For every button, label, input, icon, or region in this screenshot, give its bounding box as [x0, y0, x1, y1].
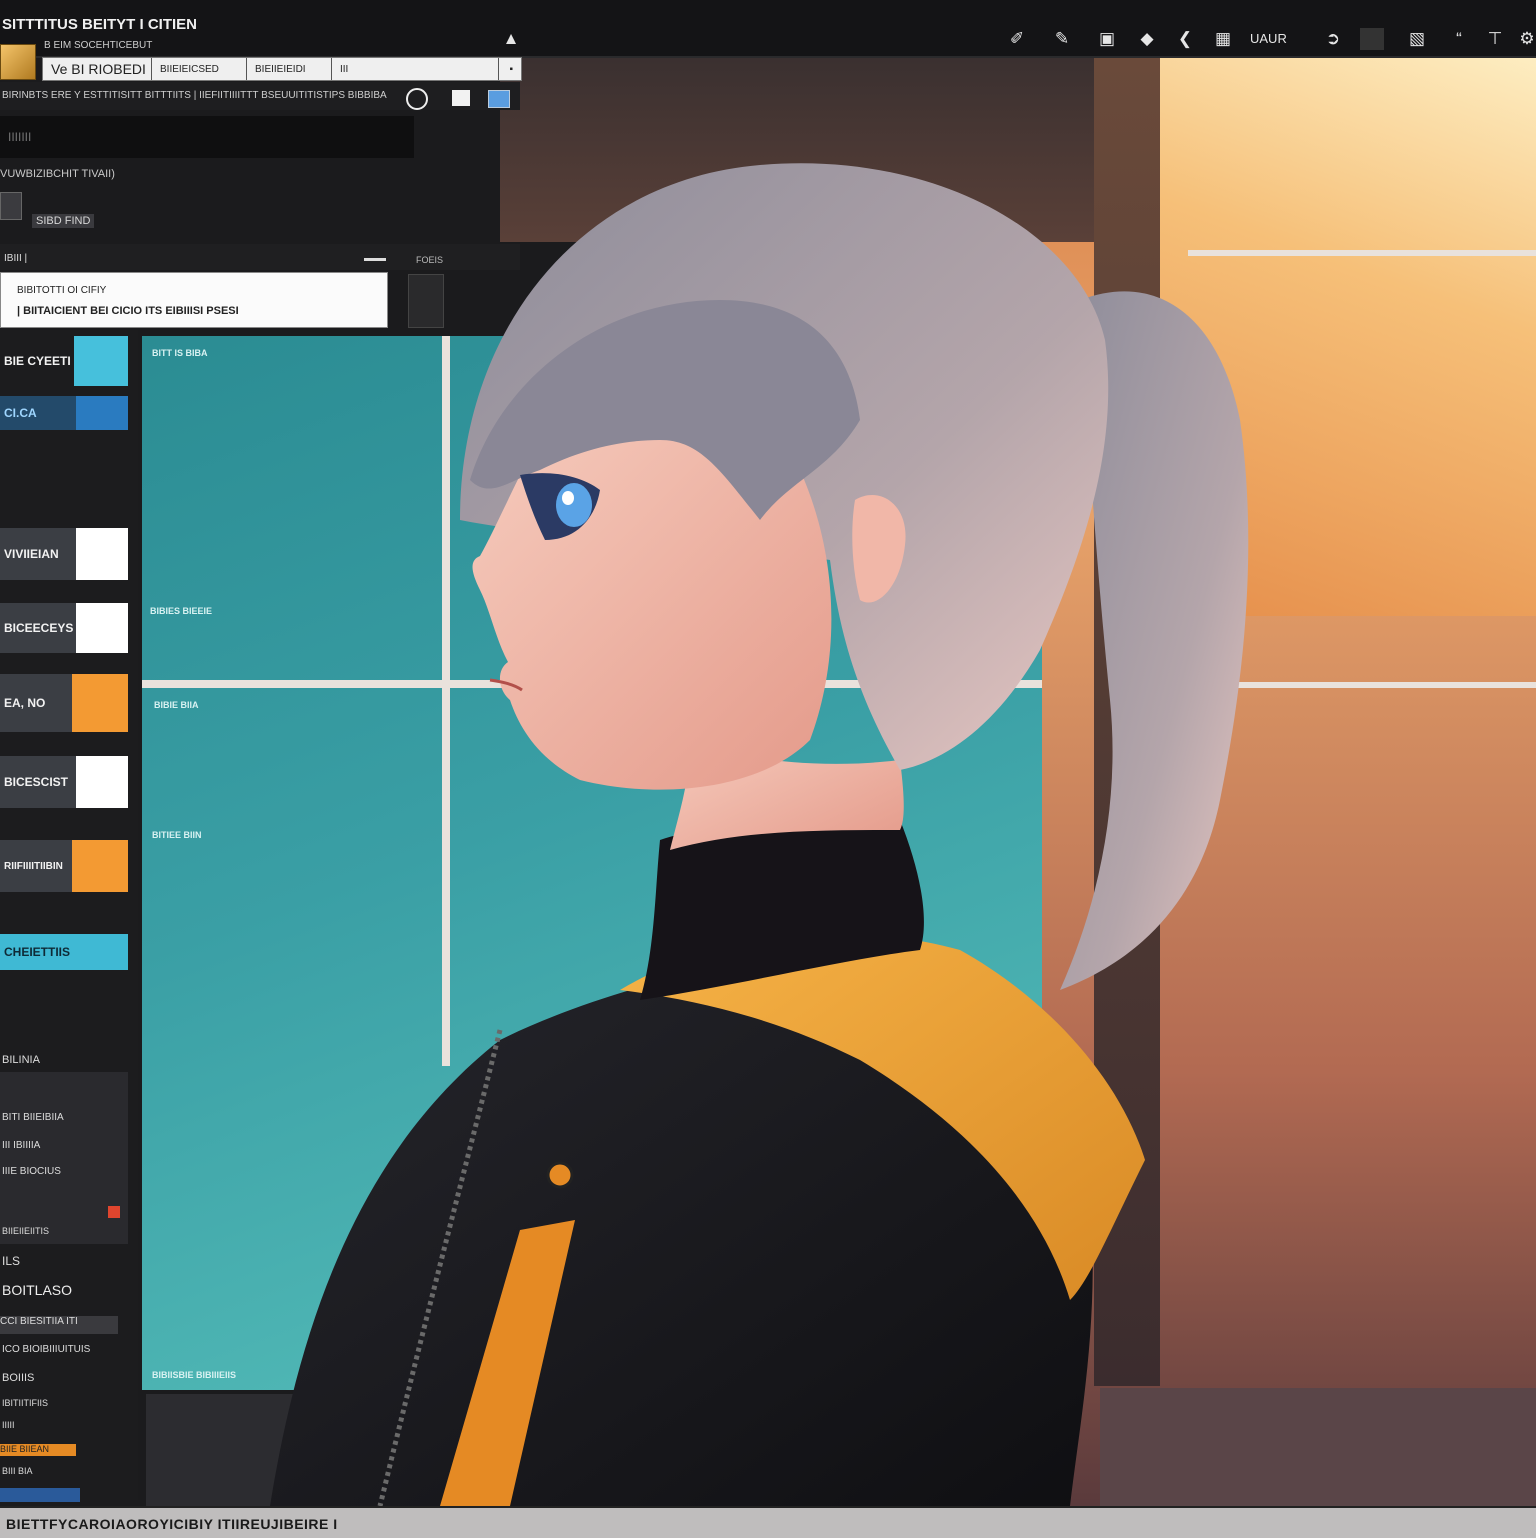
color-swatch[interactable] [76, 396, 128, 430]
app-title: SITTTITUS BEITYT I CITIEN [2, 16, 197, 33]
info-dialog: BIBITOTTI OI CIFIY | BIITAICIENT BEI CIC… [0, 272, 388, 328]
color-swatch[interactable] [76, 528, 128, 580]
image-icon[interactable] [488, 90, 510, 108]
upload-icon[interactable]: ▲ [498, 26, 524, 52]
sidebar-list-item[interactable]: BIIE BIIEAN [0, 1444, 76, 1456]
clock-icon[interactable] [408, 274, 444, 328]
toolbar-label: UAUR [1250, 31, 1287, 46]
sidebar-item[interactable]: CI.CA [0, 396, 128, 430]
sidebar-list-item[interactable]: III IBIIIIA [2, 1140, 40, 1151]
sidebar-list-item[interactable]: BOITLASO [2, 1282, 72, 1298]
sidebar-list-item[interactable]: BILINIA [2, 1054, 40, 1066]
color-icon[interactable] [1360, 28, 1384, 50]
sidebar-item[interactable]: BICEECEYS [0, 603, 128, 653]
status-text: BIETTFYCAROIAOROYICIBIY ITIIREUJIBEIRE I [6, 1516, 338, 1532]
sidebar-list-item[interactable]: IIIE BIOCIUS [2, 1166, 61, 1177]
tab-third[interactable]: BIEIIEIEIDI [247, 58, 332, 80]
panel-thumb-icon[interactable] [0, 192, 22, 220]
text-icon[interactable]: “ [1446, 26, 1472, 52]
sidebar-item[interactable]: VIVIIEIAN [0, 528, 128, 580]
sidebar-list-item[interactable]: ICO BIOIBIIIUITUIS [2, 1344, 90, 1355]
sidebar-item[interactable]: BIE CYEETI [0, 336, 128, 386]
sidebar-list-item[interactable]: BIII BIA [2, 1466, 33, 1476]
search-input[interactable] [0, 116, 414, 158]
color-swatch[interactable] [76, 603, 128, 653]
top-toolbar [0, 0, 1536, 58]
tab-second[interactable]: BIIEIEICSED [152, 58, 247, 80]
tab-strip: Ve BI RIOBEDI BIIEIEICSED BIEIIEIEIDI II… [42, 57, 522, 81]
minimize-icon[interactable] [364, 258, 386, 261]
color-swatch[interactable] [72, 840, 128, 892]
settings-icon[interactable]: ⚙ [1514, 26, 1536, 52]
panel-line: VUWBIZIBCHIT TIVAII) [0, 168, 115, 180]
sidebar-list-item[interactable]: BIIEIIEIITIS [2, 1226, 49, 1236]
app-subtitle: B EIM SOCEHTICEBUT [44, 40, 153, 51]
back-icon[interactable]: ❮ [1172, 26, 1198, 52]
brush-icon[interactable]: ✐ [1004, 26, 1030, 52]
sidebar-progress [0, 1488, 80, 1502]
character-illustration [270, 163, 1249, 1507]
grid-icon[interactable]: ▦ [1210, 26, 1236, 52]
sidebar-item[interactable]: BICESCIST [0, 756, 128, 808]
square-icon[interactable] [452, 90, 470, 106]
sidebar-list-item[interactable]: BITI BIIEIBIIA [2, 1112, 64, 1123]
tab-close-icon[interactable]: ▪ [499, 58, 521, 80]
dialog-line: | BIITAICIENT BEI CICIO ITS EIBIIISI PSE… [17, 305, 239, 317]
color-swatch[interactable] [74, 336, 128, 386]
frame-icon[interactable]: ▣ [1094, 26, 1120, 52]
panel-header-left: IBIII | [4, 253, 28, 264]
dialog-line: BIBITOTTI OI CIFIY [17, 285, 107, 296]
fill-icon[interactable]: ◆ [1134, 26, 1160, 52]
panel-badge: SIBD FIND [32, 214, 95, 228]
sidebar-list-item[interactable]: BOIIIS [2, 1372, 34, 1384]
sidebar-list-item[interactable]: CCI BIESITIIA ITI [0, 1316, 118, 1334]
sidebar-item[interactable]: RIIFIIIITIIBIN [0, 840, 128, 892]
record-icon[interactable] [406, 88, 428, 110]
color-swatch[interactable] [72, 674, 128, 732]
sidebar-item[interactable]: CHEIETTIIS [0, 934, 128, 970]
lasso-icon[interactable]: ➲ [1320, 26, 1346, 52]
sidebar-list-item[interactable]: ILS [2, 1254, 20, 1268]
breadcrumb: BIRINBTS ERE Y ESTTITISITT BITTTIITS | I… [2, 90, 387, 101]
sidebar-list-item[interactable]: IIIII [2, 1420, 15, 1430]
pen-icon[interactable]: ✎ [1044, 26, 1080, 52]
alert-icon[interactable] [108, 1206, 120, 1218]
document-thumbnail-icon[interactable] [0, 44, 36, 80]
transform-icon[interactable]: ⊤ [1482, 26, 1508, 52]
sidebar-item[interactable]: EA, NO [0, 674, 128, 732]
panel-header-right: FOEIS [416, 255, 444, 265]
tab-fourth[interactable]: III [332, 58, 499, 80]
color-swatch[interactable] [76, 756, 128, 808]
layer-icon[interactable]: ▧ [1404, 26, 1430, 52]
sidebar-list [0, 1072, 128, 1244]
tab-document[interactable]: Ve BI RIOBEDI [43, 58, 152, 80]
sidebar-list-item[interactable]: IBITIITIFIIS [2, 1398, 48, 1408]
